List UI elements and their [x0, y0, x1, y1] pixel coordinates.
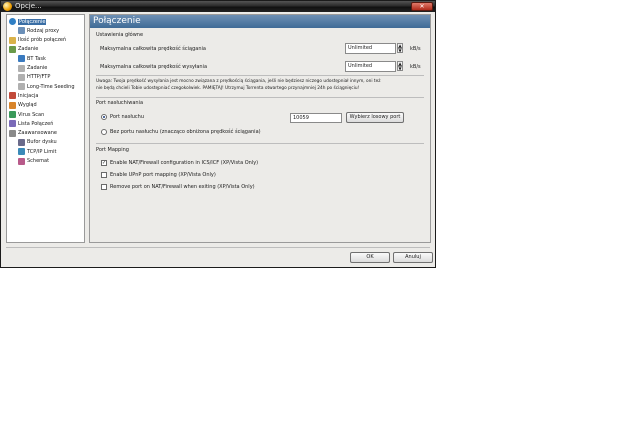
- sidebar-item-label: Schemat: [27, 158, 50, 164]
- remove-port-label: Remove port on NAT/Firewall when exiting…: [110, 184, 255, 190]
- sidebar-item[interactable]: Zadanie: [9, 45, 38, 54]
- down-arrow-icon[interactable]: ▼: [397, 48, 403, 53]
- nat-firewall-label: Enable NAT/Firewall configuration in ICS…: [110, 160, 259, 166]
- panel-title: Połączenie: [90, 15, 430, 28]
- sidebar-item[interactable]: Bufor dysku: [18, 138, 57, 147]
- advanced-icon: [9, 129, 16, 137]
- sidebar-item-label: Lista Połączeń: [18, 120, 54, 127]
- proxy-icon: [18, 27, 25, 35]
- options-tree: Połączenie Rodzaj proxy Ilość prób połącze…: [6, 14, 85, 243]
- general-settings-title: Ustawienia główne: [96, 32, 144, 38]
- sidebar-item-label: TCP/IP Limit: [27, 148, 57, 155]
- sidebar-item[interactable]: Połączenie: [9, 17, 47, 26]
- sidebar-item-label: Rodzaj proxy: [27, 27, 60, 34]
- bt-task-icon: [18, 55, 25, 63]
- options-window: Opcje... ✕ Połączenie Rodzaj proxy Ilość p…: [0, 0, 436, 268]
- remove-port-checkbox[interactable]: [101, 184, 107, 190]
- ok-button[interactable]: OK: [350, 252, 390, 263]
- down-arrow-icon[interactable]: ▼: [397, 66, 403, 71]
- upnp-label: Enable UPnP port mapping (XP/Vista Only): [110, 172, 216, 178]
- sidebar-item[interactable]: Long-Time Seeding: [18, 82, 75, 91]
- folder-icon: [9, 36, 16, 44]
- page-icon: [18, 83, 25, 91]
- sidebar-item-label: Ilość prób połączeń: [18, 37, 67, 44]
- sidebar-item[interactable]: Inicjacja: [9, 91, 38, 100]
- no-listen-port-label: Bez portu nasłuchu (znacząco obniżona pr…: [110, 129, 261, 135]
- sidebar-item[interactable]: Wygląd: [9, 101, 37, 110]
- sidebar-item[interactable]: Zaawansowane: [9, 129, 57, 138]
- upload-limit-label: Maksymalna całkowita prędkość wysyłania: [100, 64, 208, 70]
- task-icon: [9, 45, 16, 53]
- sidebar-item-label: Bufor dysku: [27, 139, 57, 146]
- download-limit-input[interactable]: Unlimited: [345, 43, 396, 54]
- init-icon: [9, 92, 16, 100]
- close-button[interactable]: ✕: [411, 2, 433, 11]
- sidebar-item-label: Wygląd: [18, 102, 37, 109]
- sidebar-item-label: Zadanie: [18, 46, 39, 53]
- sidebar-item[interactable]: Lista Połączeń: [9, 119, 53, 128]
- page-icon: [18, 64, 25, 72]
- sidebar-item[interactable]: TCP/IP Limit: [18, 147, 56, 156]
- sidebar-item[interactable]: Rodzaj proxy: [18, 26, 59, 35]
- divider: [6, 247, 430, 248]
- upnp-checkbox[interactable]: [101, 172, 107, 178]
- network-icon: [18, 148, 25, 156]
- shield-icon: [9, 111, 16, 118]
- divider: [96, 75, 424, 76]
- sidebar-item[interactable]: Zadanie: [18, 64, 47, 73]
- page-icon: [18, 73, 25, 81]
- upload-limit-input[interactable]: Unlimited: [345, 61, 396, 72]
- cancel-button[interactable]: Anuluj: [393, 252, 433, 263]
- upload-limit-stepper[interactable]: ▲ ▼: [397, 61, 403, 72]
- upload-note-line2: nie będą chcieli Tobie udostępniać czego…: [96, 86, 360, 91]
- title-bar[interactable]: Opcje... ✕: [1, 1, 435, 12]
- listen-port-label: Port nasłuchu: [110, 114, 145, 120]
- sidebar-item-label: Zaawansowane: [18, 130, 57, 137]
- upload-note-line1: Uwaga: Twoja prędkość wysyłania jest moc…: [96, 79, 381, 84]
- upload-unit: kB/s: [410, 64, 421, 70]
- sidebar-item-label: Inicjacja: [18, 92, 39, 99]
- sidebar-item-label: Virus Scan: [18, 111, 45, 118]
- port-mapping-title: Port Mapping: [96, 147, 129, 153]
- sidebar-item[interactable]: Schemat: [18, 157, 49, 166]
- sidebar-item-label: HTTP/FTP: [27, 74, 51, 81]
- sidebar-item[interactable]: Virus Scan: [9, 110, 44, 119]
- sidebar-item[interactable]: Ilość prób połączeń: [9, 36, 66, 45]
- sidebar-item[interactable]: BT Task: [18, 54, 46, 63]
- listen-port-input[interactable]: 10059: [290, 113, 342, 123]
- divider: [96, 143, 424, 144]
- download-unit: kB/s: [410, 46, 421, 52]
- sidebar-item-label: Zadanie: [27, 65, 48, 71]
- download-limit-stepper[interactable]: ▲ ▼: [397, 43, 403, 54]
- random-port-button[interactable]: Wybierz losowy port: [346, 112, 404, 123]
- window-title: Opcje...: [15, 2, 42, 10]
- sidebar-item-label: Połączenie: [18, 18, 47, 25]
- disk-icon: [18, 138, 25, 146]
- app-icon: [3, 2, 12, 11]
- nat-firewall-checkbox[interactable]: ✓: [101, 160, 107, 166]
- sidebar-item-label: BT Task: [27, 55, 46, 62]
- sidebar-item-label: Long-Time Seeding: [27, 83, 75, 90]
- listen-port-radio[interactable]: [101, 114, 107, 120]
- schema-icon: [18, 157, 25, 165]
- list-icon: [9, 120, 16, 128]
- no-listen-port-radio[interactable]: [101, 129, 107, 135]
- divider: [96, 97, 424, 98]
- sidebar-item[interactable]: HTTP/FTP: [18, 73, 50, 82]
- settings-panel: Połączenie Ustawienia główne Maksymalna …: [89, 14, 431, 243]
- globe-icon: [9, 18, 16, 25]
- appearance-icon: [9, 101, 16, 109]
- listen-port-title: Port nasłuchiwania: [96, 100, 144, 106]
- download-limit-label: Maksymalna całkowita prędkość ściągania: [100, 46, 206, 52]
